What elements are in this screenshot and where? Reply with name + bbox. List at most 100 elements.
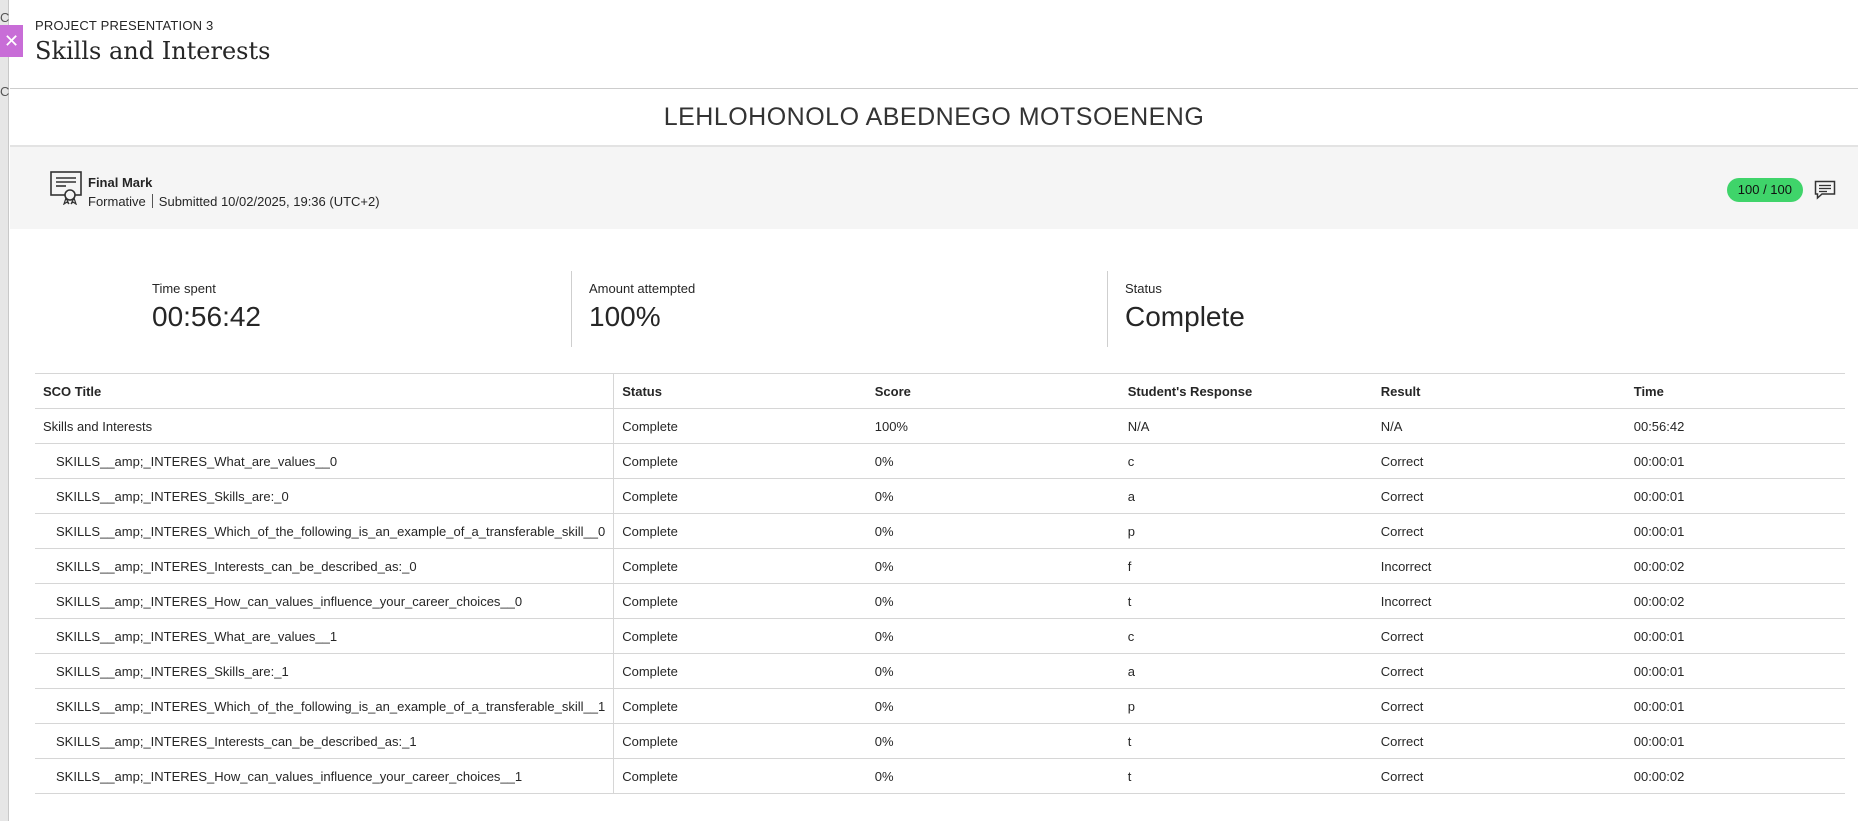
page-title: Skills and Interests — [35, 37, 271, 65]
background-text-fragment: C — [0, 10, 9, 25]
column-header-score: Score — [866, 373, 1120, 409]
cell-result: Correct — [1372, 688, 1626, 724]
background-page-edge — [0, 0, 9, 821]
cell-response: c — [1119, 618, 1373, 654]
cell-time: 00:00:01 — [1625, 723, 1845, 759]
cell-status: Complete — [613, 443, 867, 479]
submission-date: Submitted 10/02/2025, 19:36 (UTC+2) — [158, 194, 380, 209]
student-name: LEHLOHONOLO ABEDNEGO MOTSOENENG — [663, 102, 1205, 131]
cell-sco-title: SKILLS__amp;_INTERES_How_can_values_infl… — [35, 583, 615, 619]
cell-time: 00:00:02 — [1625, 583, 1845, 619]
cell-time: 00:00:02 — [1625, 758, 1845, 794]
cell-response: p — [1119, 513, 1373, 549]
cell-result: Correct — [1372, 478, 1626, 514]
cell-status: Complete — [613, 618, 867, 654]
cell-time: 00:00:01 — [1625, 688, 1845, 724]
cell-time: 00:00:02 — [1625, 548, 1845, 584]
cell-result: Correct — [1372, 513, 1626, 549]
cell-time: 00:56:42 — [1625, 408, 1845, 444]
table-row: SKILLS__amp;_INTERES_How_can_values_infl… — [35, 758, 1845, 794]
cell-score: 0% — [866, 548, 1120, 584]
grade-item-name: Final Mark — [88, 175, 153, 190]
table-row: SKILLS__amp;_INTERES_What_are_values__1 … — [35, 618, 1845, 654]
table-row: SKILLS__amp;_INTERES_How_can_values_infl… — [35, 583, 1845, 619]
cell-response: a — [1119, 653, 1373, 689]
cell-sco-title: SKILLS__amp;_INTERES_Which_of_the_follow… — [35, 513, 615, 549]
cell-score: 0% — [866, 653, 1120, 689]
student-name-bar: LEHLOHONOLO ABEDNEGO MOTSOENENG — [10, 89, 1858, 147]
certificate-icon — [50, 171, 82, 205]
stat-amount-attempted: Amount attempted 100% — [571, 271, 1107, 347]
cell-response: t — [1119, 723, 1373, 759]
table-row: SKILLS__amp;_INTERES_Skills_are:_0 Compl… — [35, 478, 1845, 514]
stat-label: Amount attempted — [589, 281, 696, 296]
column-header-result: Result — [1372, 373, 1626, 409]
cell-score: 0% — [866, 478, 1120, 514]
cell-result: N/A — [1372, 408, 1626, 444]
table-row: SKILLS__amp;_INTERES_Which_of_the_follow… — [35, 688, 1845, 724]
table-row: SKILLS__amp;_INTERES_Which_of_the_follow… — [35, 513, 1845, 549]
cell-time: 00:00:01 — [1625, 443, 1845, 479]
cell-sco-title: SKILLS__amp;_INTERES_Interests_can_be_de… — [35, 548, 615, 584]
cell-response: p — [1119, 688, 1373, 724]
cell-result: Incorrect — [1372, 583, 1626, 619]
stat-status: Status Complete — [1107, 271, 1643, 347]
cell-status: Complete — [613, 408, 867, 444]
column-header-sco-title: SCO Title — [35, 373, 615, 409]
grade-type: Formative — [88, 194, 146, 209]
assessment-category: PROJECT PRESENTATION 3 — [35, 18, 214, 33]
attempt-panel: PROJECT PRESENTATION 3 Skills and Intere… — [10, 0, 1858, 821]
cell-score: 0% — [866, 723, 1120, 759]
table-row: Skills and Interests Complete 100% N/A N… — [35, 408, 1845, 444]
cell-status: Complete — [613, 653, 867, 689]
cell-sco-title: SKILLS__amp;_INTERES_Skills_are:_1 — [35, 653, 615, 689]
cell-sco-title: SKILLS__amp;_INTERES_How_can_values_infl… — [35, 758, 615, 794]
close-panel-button[interactable]: ✕ — [0, 25, 23, 57]
grade-score-pill[interactable]: 100 / 100 — [1726, 178, 1803, 202]
cell-time: 00:00:01 — [1625, 513, 1845, 549]
cell-response: t — [1119, 758, 1373, 794]
cell-sco-title: SKILLS__amp;_INTERES_What_are_values__0 — [35, 443, 615, 479]
column-header-time: Time — [1625, 373, 1845, 409]
cell-result: Correct — [1372, 618, 1626, 654]
column-header-status: Status — [613, 373, 867, 409]
cell-result: Correct — [1372, 758, 1626, 794]
cell-response: N/A — [1119, 408, 1373, 444]
cell-result: Correct — [1372, 443, 1626, 479]
cell-score: 0% — [866, 758, 1120, 794]
cell-response: c — [1119, 443, 1373, 479]
table-row: SKILLS__amp;_INTERES_Skills_are:_1 Compl… — [35, 653, 1845, 689]
table-row: SKILLS__amp;_INTERES_Interests_can_be_de… — [35, 723, 1845, 759]
cell-sco-title: SKILLS__amp;_INTERES_What_are_values__1 — [35, 618, 615, 654]
stat-time-spent: Time spent 00:56:42 — [35, 271, 571, 347]
grade-item-meta: Formative Submitted 10/02/2025, 19:36 (U… — [88, 194, 380, 209]
background-text-fragment: C — [0, 84, 9, 99]
cell-score: 0% — [866, 513, 1120, 549]
cell-time: 00:00:01 — [1625, 653, 1845, 689]
stat-value: 100% — [589, 301, 661, 332]
attempt-stats: Time spent 00:56:42 Amount attempted 100… — [35, 271, 1858, 347]
stat-value: 00:56:42 — [152, 301, 261, 332]
cell-status: Complete — [613, 583, 867, 619]
stat-value: Complete — [1125, 301, 1245, 332]
stat-label: Status — [1125, 281, 1162, 296]
cell-result: Correct — [1372, 653, 1626, 689]
feedback-icon[interactable] — [1814, 180, 1836, 200]
sco-results-table: SCO Title Status Score Student's Respons… — [35, 373, 1845, 794]
cell-time: 00:00:01 — [1625, 618, 1845, 654]
cell-result: Correct — [1372, 723, 1626, 759]
cell-sco-title: Skills and Interests — [35, 408, 615, 444]
meta-divider — [151, 194, 153, 208]
grade-summary-bar: Final Mark Formative Submitted 10/02/202… — [10, 147, 1858, 229]
stat-label: Time spent — [152, 281, 216, 296]
cell-result: Incorrect — [1372, 548, 1626, 584]
panel-header: PROJECT PRESENTATION 3 Skills and Intere… — [10, 0, 1858, 89]
table-row: SKILLS__amp;_INTERES_Interests_can_be_de… — [35, 548, 1845, 584]
cell-status: Complete — [613, 758, 867, 794]
cell-response: f — [1119, 548, 1373, 584]
table-row: SKILLS__amp;_INTERES_What_are_values__0 … — [35, 443, 1845, 479]
cell-status: Complete — [613, 688, 867, 724]
cell-sco-title: SKILLS__amp;_INTERES_Skills_are:_0 — [35, 478, 615, 514]
cell-time: 00:00:01 — [1625, 478, 1845, 514]
cell-response: t — [1119, 583, 1373, 619]
